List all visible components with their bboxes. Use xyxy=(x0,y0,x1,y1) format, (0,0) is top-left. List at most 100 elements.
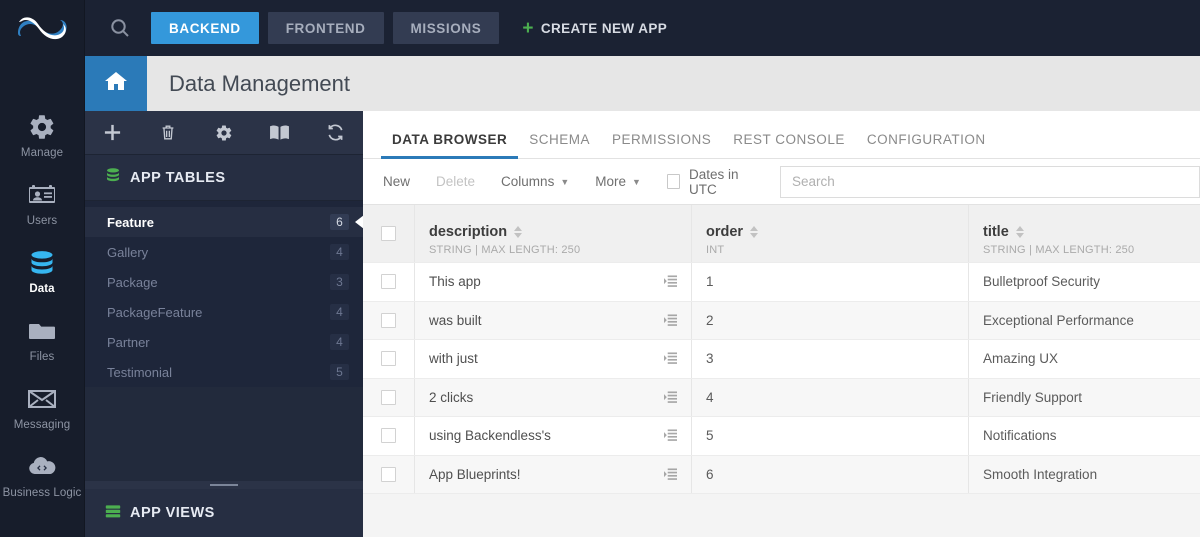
cell-title[interactable]: Notifications xyxy=(969,417,1200,455)
delete-record-button[interactable]: Delete xyxy=(436,174,475,189)
create-new-app-label: CREATE NEW APP xyxy=(540,20,668,36)
sidebar-item-messaging[interactable]: Messaging xyxy=(0,374,84,442)
table-row[interactable]: This app 1 Bulletproof Security xyxy=(363,263,1200,302)
expand-cell-icon[interactable] xyxy=(664,429,677,442)
cell-description[interactable]: using Backendless's xyxy=(415,417,692,455)
home-button[interactable] xyxy=(85,56,147,111)
search-input[interactable] xyxy=(780,165,1200,198)
panel-resize-handle[interactable] xyxy=(85,481,363,489)
table-row[interactable]: App Blueprints! 6 Smooth Integration xyxy=(363,455,1200,494)
cell-order[interactable]: 6 xyxy=(692,455,969,493)
tab-data-browser[interactable]: DATA BROWSER xyxy=(381,132,519,159)
table-list-item-feature[interactable]: Feature 6 xyxy=(85,207,364,237)
row-select-cell[interactable] xyxy=(363,301,415,339)
sidebar-item-files[interactable]: Files xyxy=(0,306,84,374)
sidebar-item-manage[interactable]: Manage xyxy=(0,102,84,170)
cell-order[interactable]: 4 xyxy=(692,378,969,416)
select-all-checkbox[interactable] xyxy=(381,226,396,241)
tab-permissions[interactable]: PERMISSIONS xyxy=(601,132,722,158)
tab-rest-console[interactable]: REST CONSOLE xyxy=(722,132,856,158)
data-browser-toolbar: New Delete Columns ▼ More ▼ Dates in UTC xyxy=(363,159,1200,205)
table-record-count: 3 xyxy=(330,274,349,290)
row-select-cell[interactable] xyxy=(363,263,415,301)
row-checkbox[interactable] xyxy=(381,351,396,367)
add-table-icon[interactable] xyxy=(85,111,141,155)
row-checkbox[interactable] xyxy=(381,312,396,328)
home-icon xyxy=(103,69,129,98)
table-settings-icon[interactable] xyxy=(196,111,252,155)
table-list-item-packagefeature[interactable]: PackageFeature 4 xyxy=(85,297,363,327)
sidebar-item-business-logic[interactable]: Business Logic xyxy=(0,442,84,510)
cell-description[interactable]: This app xyxy=(415,263,692,301)
cell-description[interactable]: App Blueprints! xyxy=(415,455,692,493)
column-name: title xyxy=(983,224,1009,240)
create-new-app-button[interactable]: + CREATE NEW APP xyxy=(522,19,667,38)
table-list-item-gallery[interactable]: Gallery 4 xyxy=(85,237,363,267)
cell-description[interactable]: was built xyxy=(415,301,692,339)
more-dropdown[interactable]: More ▼ xyxy=(595,174,641,189)
row-select-cell[interactable] xyxy=(363,378,415,416)
cell-title[interactable]: Friendly Support xyxy=(969,378,1200,416)
row-select-cell[interactable] xyxy=(363,340,415,378)
nav-tab-missions[interactable]: MISSIONS xyxy=(392,12,500,44)
sidebar-item-data[interactable]: Data xyxy=(0,238,84,306)
new-record-button[interactable]: New xyxy=(383,174,410,189)
table-row[interactable]: 2 clicks 4 Friendly Support xyxy=(363,378,1200,417)
row-checkbox[interactable] xyxy=(381,389,396,405)
expand-cell-icon[interactable] xyxy=(664,391,677,404)
tab-configuration[interactable]: CONFIGURATION xyxy=(856,132,997,158)
sort-icon[interactable] xyxy=(514,226,523,238)
nav-tab-frontend[interactable]: FRONTEND xyxy=(267,12,384,44)
cell-order[interactable]: 5 xyxy=(692,417,969,455)
table-row[interactable]: was built 2 Exceptional Performance xyxy=(363,301,1200,340)
cell-order[interactable]: 3 xyxy=(692,340,969,378)
expand-cell-icon[interactable] xyxy=(664,314,677,327)
column-header-order[interactable]: order INT xyxy=(692,205,969,262)
row-select-cell[interactable] xyxy=(363,455,415,493)
table-list-item-testimonial[interactable]: Testimonial 5 xyxy=(85,357,363,387)
cell-title[interactable]: Exceptional Performance xyxy=(969,301,1200,339)
backendless-logo[interactable] xyxy=(0,0,84,56)
table-list-item-partner[interactable]: Partner 4 xyxy=(85,327,363,357)
views-green-icon xyxy=(105,503,121,524)
sidebar-item-users[interactable]: Users xyxy=(0,170,84,238)
page-header-bar: Data Management xyxy=(85,56,1200,111)
documentation-icon[interactable] xyxy=(252,111,308,155)
table-name: Testimonial xyxy=(107,364,173,380)
tab-schema[interactable]: SCHEMA xyxy=(518,132,601,158)
cell-order[interactable]: 1 xyxy=(692,263,969,301)
columns-dropdown[interactable]: Columns ▼ xyxy=(501,174,569,189)
column-header-title[interactable]: title STRING | MAX LENGTH: 250 xyxy=(969,205,1200,262)
cell-value: This app xyxy=(429,274,481,290)
nav-tab-backend[interactable]: BACKEND xyxy=(151,12,259,44)
table-row[interactable]: using Backendless's 5 Notifications xyxy=(363,417,1200,456)
app-views-header[interactable]: APP VIEWS xyxy=(85,489,363,537)
cell-description[interactable]: with just xyxy=(415,340,692,378)
sort-icon[interactable] xyxy=(1015,226,1024,238)
expand-cell-icon[interactable] xyxy=(664,275,677,288)
cell-title[interactable]: Amazing UX xyxy=(969,340,1200,378)
search-icon[interactable] xyxy=(109,17,131,39)
row-checkbox[interactable] xyxy=(381,428,396,444)
tables-panel: APP TABLES Feature 6 Gallery 4 Package 3… xyxy=(85,111,364,537)
table-row[interactable]: with just 3 Amazing UX xyxy=(363,340,1200,379)
row-checkbox[interactable] xyxy=(381,466,396,482)
table-list-item-package[interactable]: Package 3 xyxy=(85,267,363,297)
row-checkbox[interactable] xyxy=(381,274,396,290)
cell-title[interactable]: Smooth Integration xyxy=(969,455,1200,493)
envelope-icon xyxy=(25,383,59,415)
row-select-cell[interactable] xyxy=(363,417,415,455)
table-record-count: 4 xyxy=(330,304,349,320)
expand-cell-icon[interactable] xyxy=(664,468,677,481)
refresh-icon[interactable] xyxy=(307,111,363,155)
sort-icon[interactable] xyxy=(750,226,759,238)
delete-table-icon[interactable] xyxy=(141,111,197,155)
dates-in-utc-checkbox[interactable] xyxy=(666,174,680,189)
cell-order[interactable]: 2 xyxy=(692,301,969,339)
select-all-header-cell[interactable] xyxy=(363,205,415,262)
cell-title[interactable]: Bulletproof Security xyxy=(969,263,1200,301)
expand-cell-icon[interactable] xyxy=(664,352,677,365)
dates-in-utc-toggle[interactable]: Dates in UTC xyxy=(666,167,758,197)
cell-description[interactable]: 2 clicks xyxy=(415,378,692,416)
column-header-description[interactable]: description STRING | MAX LENGTH: 250 xyxy=(415,205,692,262)
